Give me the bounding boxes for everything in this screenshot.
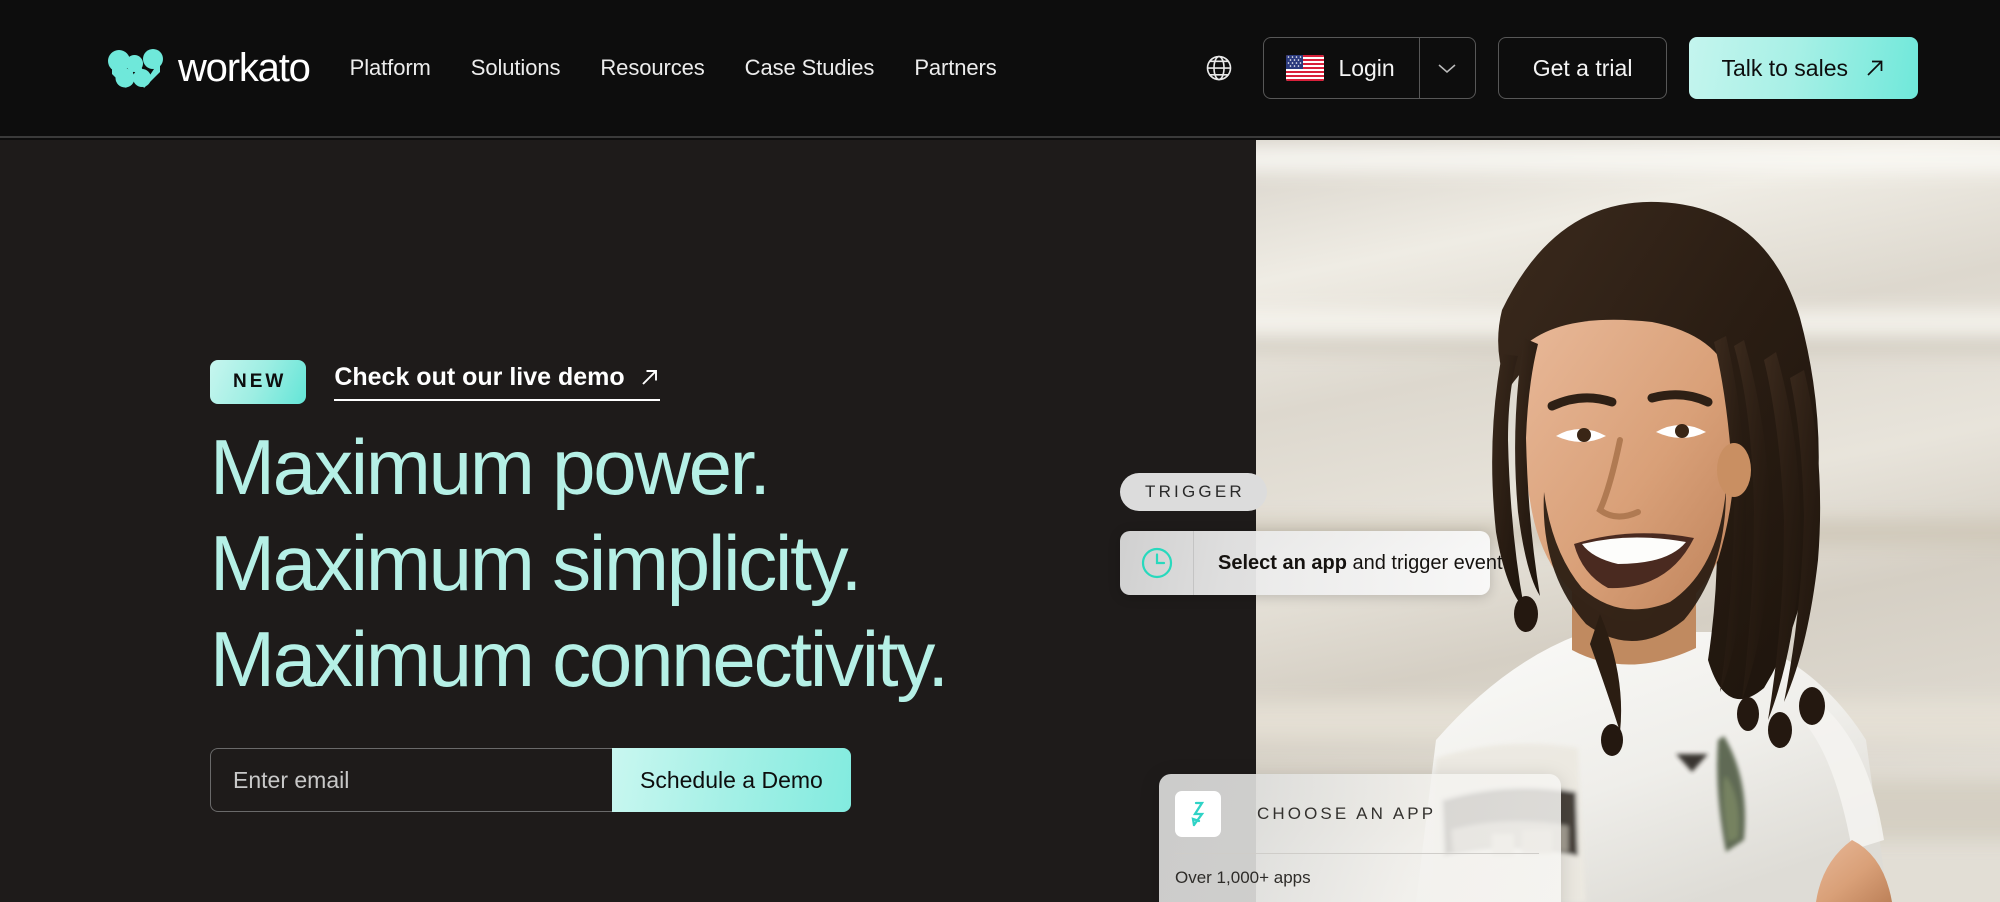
workato-w-mark-icon (108, 49, 163, 88)
hero-content: NEW Check out our live demo Maximum powe… (210, 140, 1210, 902)
talk-to-sales-button[interactable]: Talk to sales (1689, 37, 1918, 99)
arrow-up-right-icon (1867, 60, 1883, 76)
globe-icon (1207, 55, 1232, 81)
live-demo-link-label: Check out our live demo (334, 363, 625, 391)
hero-announcement: NEW Check out our live demo (210, 360, 660, 404)
headline-line-2: Maximum simplicity. (210, 518, 862, 607)
schedule-demo-button[interactable]: Schedule a Demo (612, 748, 851, 812)
app-count-label: Over 1,000+ apps (1175, 868, 1311, 887)
nav-item-platform[interactable]: Platform (350, 55, 431, 81)
nav-item-resources[interactable]: Resources (600, 55, 704, 81)
nav-item-solutions[interactable]: Solutions (471, 55, 561, 81)
headline-line-3: Maximum connectivity. (210, 614, 949, 703)
talk-to-sales-label: Talk to sales (1721, 54, 1848, 81)
login-label: Login (1338, 54, 1395, 81)
choose-an-app-card[interactable]: CHOOSE AN APP Over 1,000+ apps salesforc… (1159, 774, 1561, 902)
main-nav: Platform Solutions Resources Case Studie… (350, 55, 997, 81)
lightning-bolt-icon (1191, 801, 1205, 827)
language-selector-button[interactable] (1197, 46, 1241, 90)
demo-signup-form: Schedule a Demo (210, 748, 851, 812)
headline-line-1: Maximum power. (210, 423, 771, 511)
clock-icon (1141, 547, 1172, 579)
page-title: Maximum power. Maximum simplicity. Maxim… (210, 420, 949, 708)
arrow-up-right-icon (642, 370, 657, 385)
get-a-trial-button[interactable]: Get a trial (1497, 37, 1668, 99)
app-card-title: CHOOSE AN APP (1257, 804, 1437, 823)
site-header: workato Platform Solutions Resources Cas… (0, 0, 2000, 138)
login-group: Login (1263, 37, 1476, 99)
logo-wordmark: workato (178, 46, 311, 90)
trigger-card[interactable]: Select an app and trigger event (1120, 531, 1503, 595)
us-flag-icon (1286, 55, 1325, 81)
trigger-card-text: Select an app and trigger event (1194, 552, 1503, 575)
new-badge: NEW (210, 360, 307, 404)
email-input[interactable] (210, 748, 612, 812)
header-actions: Login Get a trial Talk to sales (1197, 37, 1918, 99)
trigger-card-text-rest: and trigger event (1346, 551, 1503, 574)
login-button[interactable]: Login (1264, 38, 1418, 98)
bolt-icon-container (1175, 791, 1221, 837)
trigger-icon-container (1120, 531, 1194, 595)
hero-section: NEW Check out our live demo Maximum powe… (0, 140, 2000, 902)
divider (1175, 853, 1539, 854)
nav-item-partners[interactable]: Partners (914, 55, 996, 81)
chevron-down-icon (1438, 63, 1456, 73)
live-demo-link[interactable]: Check out our live demo (334, 363, 660, 401)
trigger-pill: TRIGGER (1120, 473, 1267, 511)
get-a-trial-label: Get a trial (1532, 54, 1633, 81)
nav-item-case-studies[interactable]: Case Studies (745, 55, 875, 81)
trigger-card-text-bold: Select an app (1218, 551, 1347, 574)
logo[interactable]: workato (108, 46, 311, 90)
login-dropdown-toggle[interactable] (1418, 38, 1475, 98)
app-card-header: CHOOSE AN APP (1159, 774, 1561, 837)
